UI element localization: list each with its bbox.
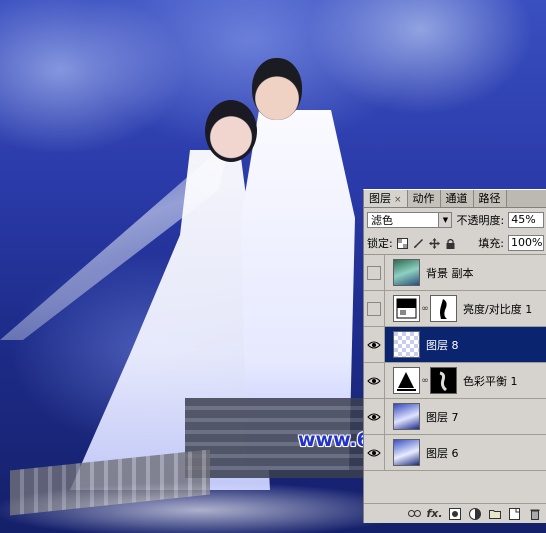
- visibility-toggle[interactable]: [364, 291, 385, 326]
- dropdown-arrow-icon[interactable]: ▼: [438, 213, 452, 227]
- lock-label: 锁定:: [367, 237, 393, 250]
- chain-link-icon[interactable]: ∞: [420, 376, 430, 386]
- layer-name[interactable]: 图层 8: [426, 337, 459, 353]
- new-group-icon[interactable]: [488, 507, 501, 520]
- lock-fill-row: 锁定: 填充: 100%: [364, 232, 546, 255]
- fill-label: 填充:: [478, 237, 504, 250]
- chain-link-icon[interactable]: ∞: [420, 304, 430, 314]
- eye-icon: [367, 377, 381, 384]
- opacity-input[interactable]: 45%: [508, 212, 544, 228]
- close-icon[interactable]: ×: [394, 195, 402, 205]
- layer-row-selected[interactable]: 图层 8: [364, 327, 546, 363]
- add-mask-icon[interactable]: [448, 507, 461, 520]
- visibility-toggle[interactable]: [364, 363, 385, 398]
- color-balance-adjustment-icon: [393, 367, 420, 394]
- layer-list: 背景 副本 ∞ 亮度/对比度 1 图层 8 ∞ 色彩平衡 1 图层 7 图层 6: [364, 255, 546, 471]
- visibility-toggle[interactable]: [364, 435, 385, 470]
- layer-thumbnail: [393, 259, 420, 286]
- layer-name[interactable]: 背景 副本: [426, 265, 474, 281]
- hidden-box-icon[interactable]: [367, 301, 381, 316]
- layer-thumbnail: [393, 331, 420, 358]
- fx-icon[interactable]: fx.: [426, 507, 442, 520]
- layer-mask-thumbnail: [430, 295, 457, 322]
- layer-row[interactable]: 背景 副本: [364, 255, 546, 291]
- layer-name[interactable]: 图层 6: [426, 445, 459, 461]
- blend-mode-value: 滤色: [371, 214, 393, 227]
- brightness-contrast-adjustment-icon: [393, 295, 420, 322]
- fill-input[interactable]: 100%: [508, 235, 544, 251]
- visibility-toggle[interactable]: [364, 327, 385, 362]
- new-layer-icon[interactable]: [508, 507, 521, 520]
- layer-name[interactable]: 图层 7: [426, 409, 459, 425]
- layer-thumbnail: [393, 403, 420, 430]
- layer-thumbnail: [393, 439, 420, 466]
- blend-mode-select[interactable]: 滤色 ▼: [367, 212, 453, 228]
- lock-transparency-icon[interactable]: [397, 237, 409, 249]
- tab-layers[interactable]: 图层 ×: [364, 190, 408, 207]
- hidden-box-icon[interactable]: [367, 265, 381, 280]
- panel-tabs: 图层 × 动作 通道 路径: [364, 190, 546, 208]
- layers-panel: 图层 × 动作 通道 路径 滤色 ▼ 不透明度: 45% 锁定: 填充: 100%: [363, 189, 546, 523]
- blend-opacity-row: 滤色 ▼ 不透明度: 45%: [364, 208, 546, 232]
- layer-name[interactable]: 亮度/对比度 1: [463, 301, 532, 317]
- layer-row[interactable]: 图层 7: [364, 399, 546, 435]
- link-layers-icon[interactable]: [408, 507, 421, 520]
- lock-move-icon[interactable]: [429, 237, 441, 249]
- eye-icon: [367, 341, 381, 348]
- tab-label: 路径: [478, 192, 501, 205]
- panel-bottom-toolbar: fx.: [364, 503, 546, 523]
- layer-row[interactable]: ∞ 亮度/对比度 1: [364, 291, 546, 327]
- lock-all-icon[interactable]: [445, 237, 457, 249]
- layer-mask-thumbnail: [430, 367, 457, 394]
- groom-head: [252, 58, 302, 120]
- tab-label: 通道: [445, 192, 468, 205]
- layer-row[interactable]: 图层 6: [364, 435, 546, 471]
- tab-label: 动作: [412, 192, 435, 205]
- eye-icon: [367, 449, 381, 456]
- visibility-toggle[interactable]: [364, 399, 385, 434]
- bride-head: [205, 100, 257, 162]
- adjustment-layer-icon[interactable]: [468, 507, 481, 520]
- eye-icon: [367, 413, 381, 420]
- opacity-label: 不透明度:: [456, 214, 505, 227]
- tab-label: 图层: [369, 192, 391, 205]
- layer-row[interactable]: ∞ 色彩平衡 1: [364, 363, 546, 399]
- tab-paths[interactable]: 路径: [473, 190, 507, 207]
- trash-icon[interactable]: [528, 507, 541, 520]
- lock-brush-icon[interactable]: [413, 237, 425, 249]
- visibility-toggle[interactable]: [364, 255, 385, 290]
- layer-name[interactable]: 色彩平衡 1: [463, 373, 518, 389]
- tab-actions[interactable]: 动作: [407, 190, 441, 207]
- tab-channels[interactable]: 通道: [440, 190, 474, 207]
